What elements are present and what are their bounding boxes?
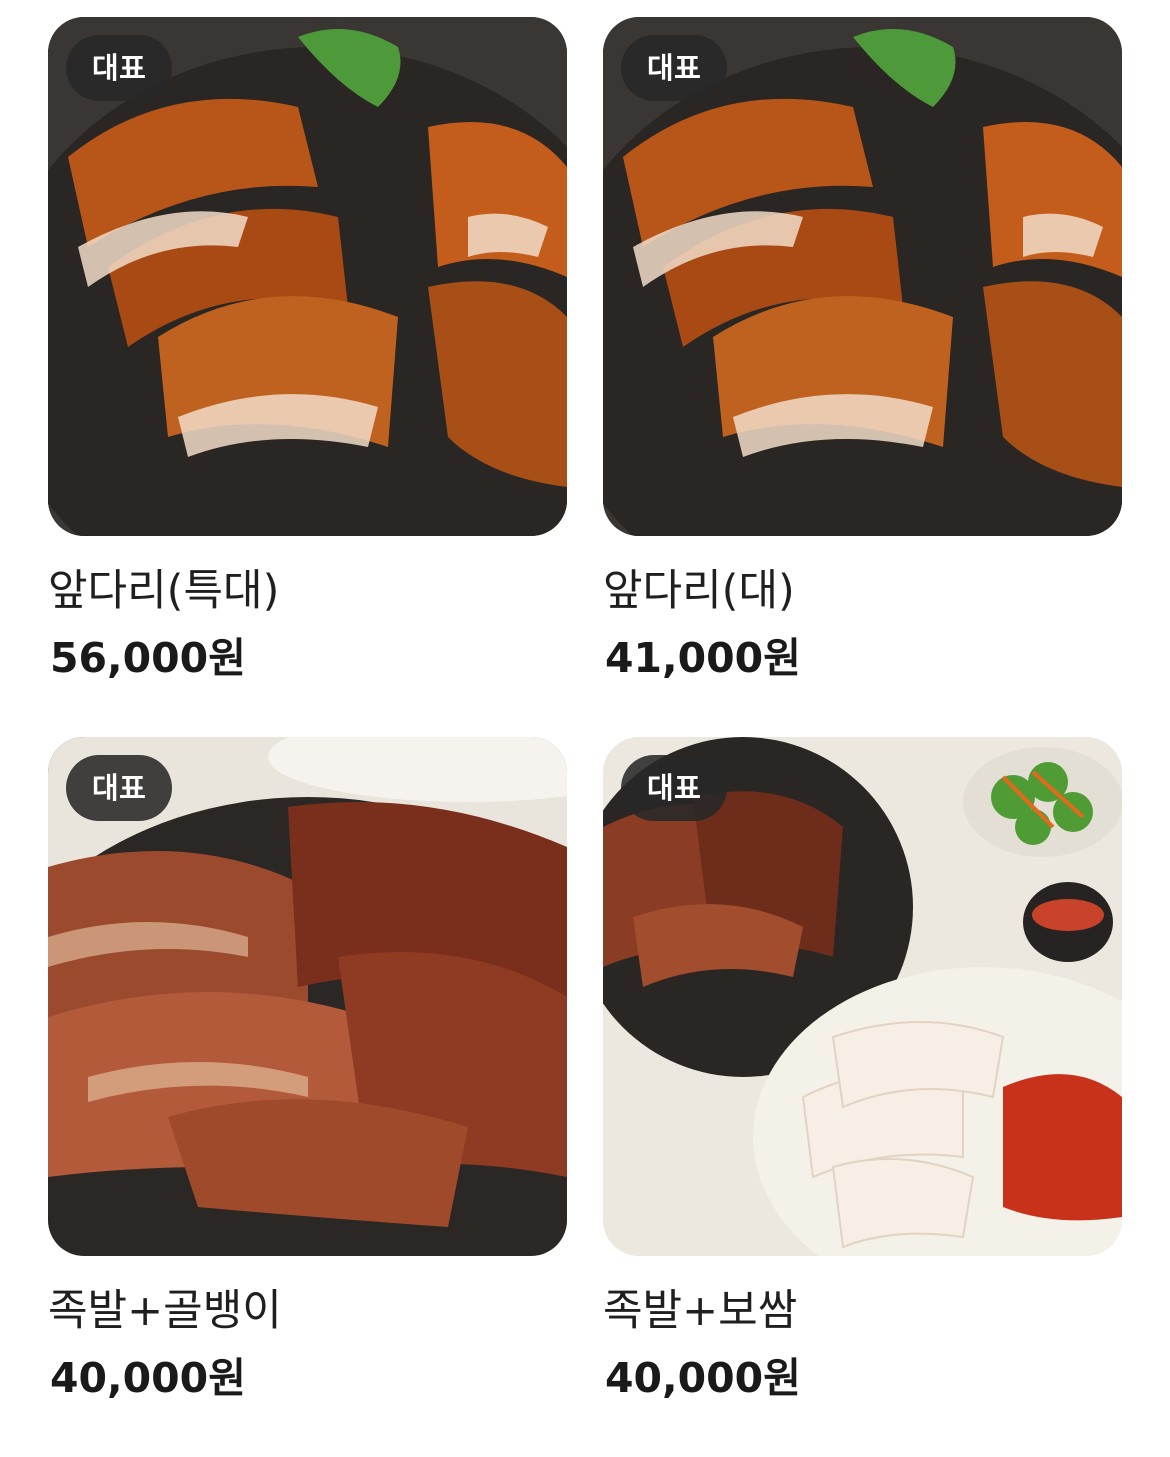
menu-item-photo[interactable]: 대표 [48,17,567,536]
menu-item-price: 40,000원 [50,1354,246,1402]
representative-badge: 대표 [621,35,728,101]
menu-item-photo[interactable]: 대표 [603,737,1122,1256]
menu-item-card[interactable]: 대표 앞다리(특대) 56,000원 [48,17,567,737]
menu-item-card[interactable]: 대표 앞다리(대) 41,000원 [603,17,1122,737]
menu-item-name: 앞다리(특대) [48,566,280,616]
menu-item-card[interactable]: 대표 족발+골뱅이 40,000원 [48,737,567,1457]
menu-item-name: 앞다리(대) [603,566,795,616]
representative-badge: 대표 [66,755,173,821]
menu-item-name: 족발+보쌈 [603,1286,798,1336]
menu-item-photo[interactable]: 대표 [48,737,567,1256]
representative-badge: 대표 [66,35,173,101]
menu-item-name: 족발+골뱅이 [48,1286,282,1336]
menu-item-price: 41,000원 [605,634,801,682]
menu-item-price: 56,000원 [50,634,246,682]
representative-badge: 대표 [621,755,728,821]
menu-grid: 대표 앞다리(특대) 56,000원 대표 앞다리(대) 41,000원 대표 … [48,17,1122,1457]
menu-item-card[interactable]: 대표 족발+보쌈 40,000원 [603,737,1122,1457]
menu-item-price: 40,000원 [605,1354,801,1402]
menu-item-photo[interactable]: 대표 [603,17,1122,536]
